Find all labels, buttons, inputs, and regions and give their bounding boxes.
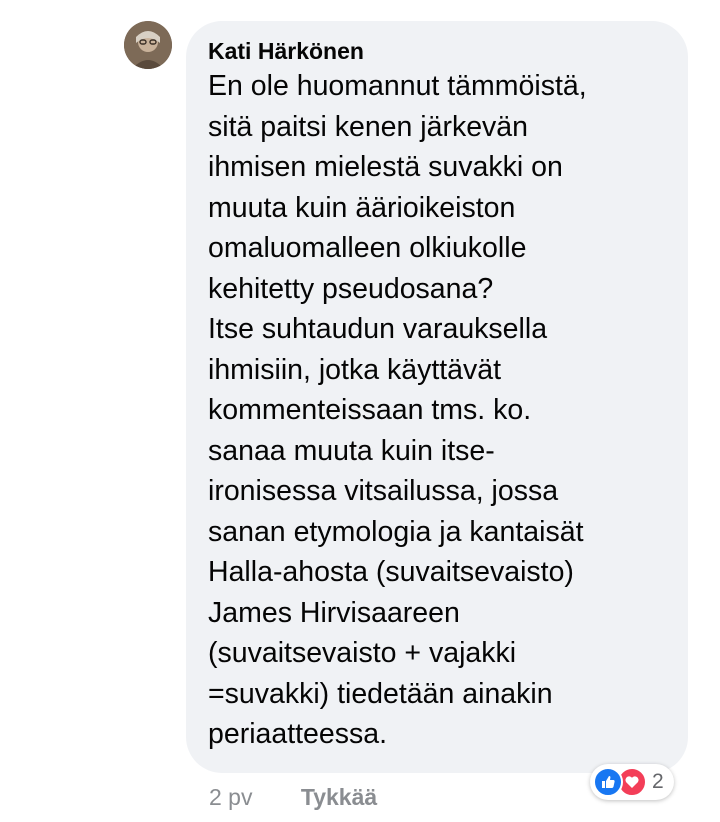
reactions-summary[interactable]: 2 [590, 764, 674, 800]
comment-author[interactable]: Kati Härkönen [208, 36, 668, 66]
comment-timestamp[interactable]: 2 pv [209, 784, 252, 810]
comment-bubble: Kati Härkönen En ole huomannut tämmöistä… [186, 21, 688, 773]
avatar[interactable] [124, 21, 172, 69]
reaction-count: 2 [652, 770, 664, 793]
comment: Kati Härkönen En ole huomannut tämmöistä… [0, 0, 720, 822]
like-icon [593, 767, 623, 797]
like-button[interactable]: Tykkää [301, 784, 377, 810]
comment-meta: 2 pv Tykkää [209, 784, 377, 811]
comment-text: En ole huomannut tämmöistä, sitä paitsi … [208, 70, 587, 750]
avatar-photo [124, 21, 172, 69]
